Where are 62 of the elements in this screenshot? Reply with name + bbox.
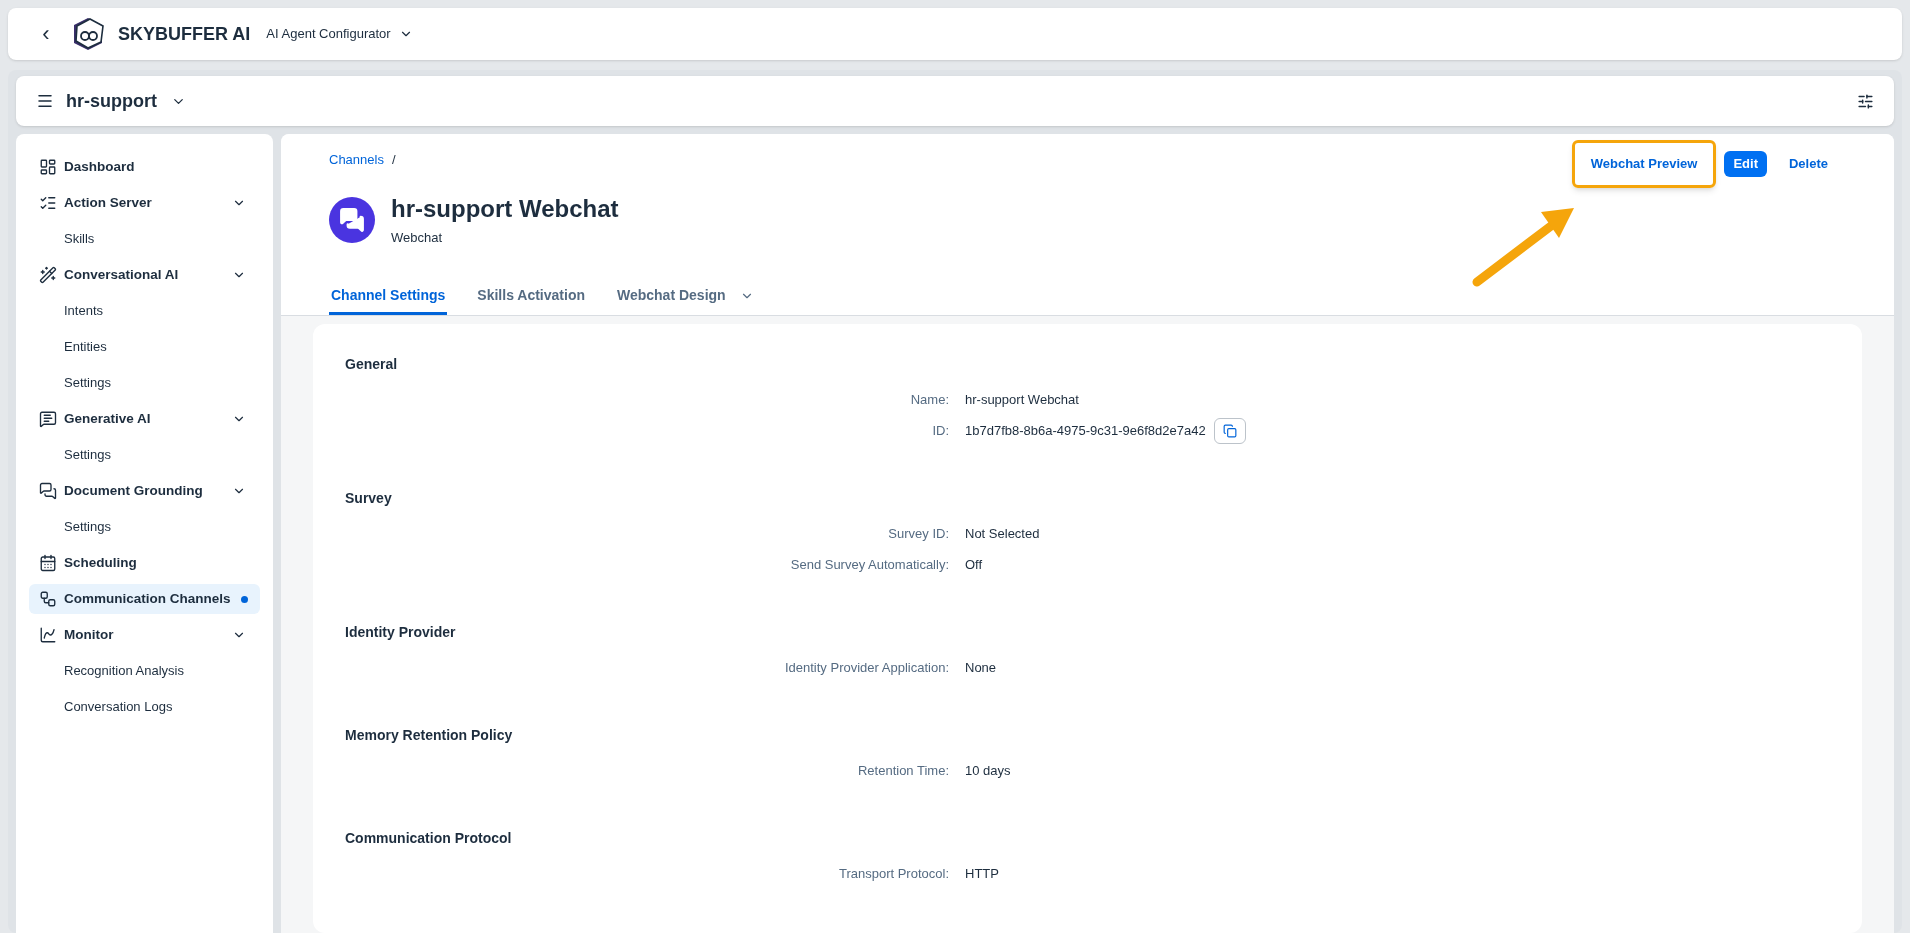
sidebar-item[interactable]: Dashboard (29, 152, 260, 182)
message-icon (39, 410, 57, 428)
breadcrumb-separator: / (391, 151, 396, 169)
field-label: Transport Protocol: (837, 865, 949, 884)
copy-icon (1222, 424, 1237, 438)
field-label: ID: (931, 422, 949, 441)
sidebar-subitem[interactable]: Intents (29, 296, 260, 326)
dashboard-icon (39, 158, 57, 176)
page-subtitle: Webchat (391, 228, 444, 247)
sidebar-subitem[interactable]: Settings (29, 512, 260, 542)
line-chart-icon (39, 626, 57, 644)
field-value: None (965, 659, 997, 678)
action-button[interactable]: Webchat Preview (1571, 140, 1717, 188)
chat-bubbles-icon (39, 482, 57, 500)
sidebar-item[interactable]: Action Server (29, 188, 260, 218)
section-title: Identity Provider (345, 623, 457, 642)
nodes-icon (39, 590, 57, 608)
tab[interactable]: Channel Settings (329, 279, 448, 315)
field-value: hr-support Webchat (965, 391, 1079, 410)
section-title: Survey (345, 489, 393, 508)
sidebar-subitem[interactable]: Recognition Analysis (29, 656, 260, 686)
section-title: Memory Retention Policy (345, 726, 514, 745)
sidebar-item[interactable]: Communication Channels (29, 584, 260, 614)
tab[interactable]: Webchat Design (615, 279, 756, 315)
section-title: General (345, 355, 399, 374)
app-switcher[interactable]: AI Agent Configurator (266, 24, 413, 44)
section-title: Communication Protocol (345, 829, 513, 848)
workspace-selector[interactable]: hr-support (66, 87, 186, 115)
sidebar-item[interactable]: Monitor (29, 620, 260, 650)
page-title: hr-support Webchat (391, 193, 619, 224)
field-value: 1b7d7fb8-8b6a-4975-9c31-9e6f8d2e7a42 (965, 422, 1206, 441)
action-button[interactable]: Edit (1724, 151, 1767, 177)
field-label: Retention Time: (856, 762, 949, 781)
breadcrumb-link[interactable]: Channels (329, 150, 384, 170)
sidebar-item[interactable]: Conversational AI (29, 260, 260, 290)
copy-button[interactable] (1213, 418, 1246, 444)
sidebar-subitem[interactable]: Settings (29, 368, 260, 398)
sidebar-item[interactable]: Generative AI (29, 404, 260, 434)
checklist-icon (39, 194, 57, 212)
action-button[interactable]: Delete (1774, 151, 1842, 177)
field-label: Survey ID: (887, 525, 949, 544)
field-value: Off (965, 556, 983, 575)
sidebar-item[interactable]: Scheduling (29, 548, 260, 578)
field-label: Send Survey Automatically: (789, 556, 949, 575)
calendar-icon (39, 554, 57, 572)
field-value: Not Selected (965, 525, 1040, 544)
field-value: 10 days (965, 762, 1011, 781)
settings-icon[interactable] (1857, 92, 1874, 110)
sidebar-subitem[interactable]: Skills (29, 224, 260, 254)
menu-icon[interactable] (36, 92, 54, 110)
brand-name: SKYBUFFER AI (118, 22, 251, 46)
field-value: HTTP (965, 865, 999, 884)
magic-wand-icon (39, 266, 57, 284)
sidebar-subitem[interactable]: Conversation Logs (29, 692, 260, 722)
back-button[interactable]: ‹ (38, 23, 54, 45)
sidebar-item[interactable]: Document Grounding (29, 476, 260, 506)
tab[interactable]: Skills Activation (475, 279, 587, 315)
field-label: Name: (909, 391, 949, 410)
sidebar-subitem[interactable]: Settings (29, 440, 260, 470)
chat-bubbles-icon (339, 207, 365, 234)
field-label: Identity Provider Application: (783, 659, 949, 678)
sidebar-subitem[interactable]: Entities (29, 332, 260, 362)
